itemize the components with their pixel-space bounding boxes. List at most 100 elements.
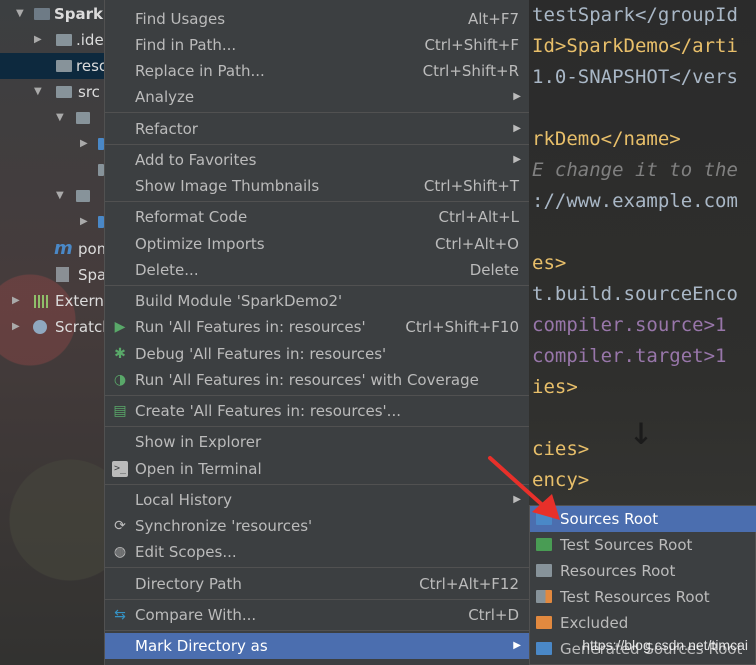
menu-item-label: Local History bbox=[135, 491, 233, 509]
menu-item-mark-directory-as[interactable]: Mark Directory as ▶ bbox=[105, 633, 529, 659]
tree-item-test-java[interactable]: ▶ bbox=[0, 209, 104, 235]
menu-item-run-with-coverage[interactable]: ◑ Run 'All Features in: resources' with … bbox=[105, 367, 529, 393]
context-menu: Find Usages Alt+F7 Find in Path... Ctrl+… bbox=[104, 0, 529, 665]
chevron-down-icon[interactable]: ▼ bbox=[16, 1, 24, 27]
folder-icon bbox=[56, 86, 72, 98]
menu-item-shortcut: Ctrl+Alt+L bbox=[438, 208, 520, 226]
menu-item-local-history[interactable]: Local History ▶ bbox=[105, 487, 529, 513]
menu-item-refactor[interactable]: Refactor ▶ bbox=[105, 116, 529, 142]
menu-item-show-in-explorer[interactable]: Show in Explorer bbox=[105, 429, 529, 455]
menu-item-replace-in-path[interactable]: Replace in Path... Ctrl+Shift+R bbox=[105, 58, 529, 84]
maven-icon: m bbox=[54, 238, 73, 259]
tree-item-project[interactable]: ▼ SparkD bbox=[0, 1, 104, 27]
menu-item-compare-with[interactable]: ⇆ Compare With... Ctrl+D bbox=[105, 602, 529, 628]
tree-item-scratches[interactable]: ▶ Scratch bbox=[0, 314, 104, 340]
submenu-item-label: Test Sources Root bbox=[560, 536, 693, 554]
menu-item-run[interactable]: ▶ Run 'All Features in: resources' Ctrl+… bbox=[105, 314, 529, 340]
chevron-right-icon[interactable]: ▶ bbox=[80, 131, 88, 157]
menu-item-label: Reformat Code bbox=[135, 208, 248, 226]
compare-icon: ⇆ bbox=[114, 607, 126, 623]
chevron-right-icon[interactable]: ▶ bbox=[12, 288, 20, 314]
file-icon bbox=[56, 267, 69, 282]
menu-item-label: Edit Scopes... bbox=[135, 543, 237, 561]
folder-icon bbox=[56, 60, 72, 72]
submenu-item-excluded[interactable]: Excluded bbox=[530, 610, 756, 636]
coverage-icon: ◑ bbox=[113, 372, 127, 388]
menu-item-find-usages[interactable]: Find Usages Alt+F7 bbox=[105, 6, 529, 32]
submenu-item-label: Test Resources Root bbox=[560, 588, 710, 606]
menu-separator bbox=[105, 395, 529, 396]
tree-item-test[interactable]: ▼ bbox=[0, 183, 104, 209]
menu-item-shortcut: Ctrl+Shift+F10 bbox=[405, 318, 519, 336]
submenu-arrow-icon: ▶ bbox=[513, 640, 521, 651]
menu-item-shortcut: Delete bbox=[469, 261, 519, 279]
menu-item-optimize-imports[interactable]: Optimize Imports Ctrl+Alt+O bbox=[105, 231, 529, 257]
chevron-right-icon[interactable]: ▶ bbox=[34, 27, 42, 53]
menu-item-delete[interactable]: Delete... Delete bbox=[105, 257, 529, 283]
menu-item-open-in-terminal[interactable]: >_ Open in Terminal bbox=[105, 456, 529, 482]
menu-item-analyze[interactable]: Analyze ▶ bbox=[105, 84, 529, 110]
submenu-item-resources-root[interactable]: Resources Root bbox=[530, 558, 756, 584]
menu-separator bbox=[105, 567, 529, 568]
editor-line: rkDemo</name> bbox=[532, 128, 681, 150]
editor-line: es> bbox=[532, 252, 567, 274]
tree-item-label: .ide bbox=[76, 31, 104, 49]
submenu-arrow-icon: ▶ bbox=[513, 494, 521, 505]
menu-item-find-in-path[interactable]: Find in Path... Ctrl+Shift+F bbox=[105, 32, 529, 58]
menu-item-edit-scopes[interactable]: ◍ Edit Scopes... bbox=[105, 539, 529, 565]
menu-separator bbox=[105, 599, 529, 600]
editor-line: Id>SparkDemo</arti bbox=[532, 35, 738, 57]
menu-item-build-module[interactable]: Build Module 'SparkDemo2' bbox=[105, 288, 529, 314]
tree-item-resources[interactable]: reso bbox=[0, 53, 104, 79]
menu-item-add-to-favorites[interactable]: Add to Favorites ▶ bbox=[105, 147, 529, 173]
tree-item-java[interactable]: ▶ bbox=[0, 131, 104, 157]
submenu-item-test-sources-root[interactable]: Test Sources Root bbox=[530, 532, 756, 558]
chevron-down-icon[interactable]: ▼ bbox=[56, 105, 64, 131]
submenu-item-test-resources-root[interactable]: Test Resources Root bbox=[530, 584, 756, 610]
arrow-down-icon: ↓ bbox=[629, 408, 654, 454]
tree-item-main[interactable]: ▼ bbox=[0, 105, 104, 131]
menu-item-show-image-thumbnails[interactable]: Show Image Thumbnails Ctrl+Shift+T bbox=[105, 173, 529, 199]
menu-item-label: Add to Favorites bbox=[135, 151, 257, 169]
menu-item-synchronize[interactable]: ⟳ Synchronize 'resources' bbox=[105, 513, 529, 539]
menu-item-label: Analyze bbox=[135, 88, 195, 106]
libraries-icon bbox=[34, 295, 50, 308]
menu-separator bbox=[105, 484, 529, 485]
tree-item-pom[interactable]: m pom bbox=[0, 236, 104, 262]
menu-item-label: Run 'All Features in: resources' bbox=[135, 318, 366, 336]
menu-item-shortcut: Ctrl+Alt+O bbox=[435, 235, 519, 253]
menu-item-create-configuration[interactable]: ▤ Create 'All Features in: resources'... bbox=[105, 398, 529, 424]
menu-separator bbox=[105, 144, 529, 145]
editor-line: t.build.sourceEnco bbox=[532, 283, 738, 305]
folder-icon bbox=[76, 190, 90, 202]
menu-item-debug[interactable]: ✱ Debug 'All Features in: resources' bbox=[105, 341, 529, 367]
menu-item-label: Find Usages bbox=[135, 10, 226, 28]
submenu-item-sources-root[interactable]: Sources Root bbox=[530, 506, 756, 532]
menu-separator bbox=[105, 201, 529, 202]
tree-item-src[interactable]: ▼ src bbox=[0, 79, 104, 105]
test-resources-root-folder-icon bbox=[536, 590, 552, 603]
menu-item-label: Optimize Imports bbox=[135, 235, 265, 253]
chevron-down-icon[interactable]: ▼ bbox=[34, 79, 42, 105]
menu-item-label: Show in Explorer bbox=[135, 433, 262, 451]
run-icon: ▶ bbox=[114, 319, 126, 335]
chevron-down-icon[interactable]: ▼ bbox=[56, 183, 64, 209]
create-config-icon: ▤ bbox=[113, 403, 127, 419]
menu-item-shortcut: Ctrl+Shift+F bbox=[424, 36, 519, 54]
tree-item-idea[interactable]: ▶ .ide bbox=[0, 27, 104, 53]
chevron-right-icon[interactable]: ▶ bbox=[12, 314, 20, 340]
tree-item-label: src bbox=[78, 83, 100, 101]
menu-item-label: Compare With... bbox=[135, 606, 257, 624]
tree-item-label: Spa bbox=[78, 266, 104, 284]
sync-icon: ⟳ bbox=[114, 518, 126, 534]
submenu-item-label: Sources Root bbox=[560, 510, 659, 528]
menu-item-label: Create 'All Features in: resources'... bbox=[135, 402, 401, 420]
menu-item-reformat-code[interactable]: Reformat Code Ctrl+Alt+L bbox=[105, 204, 529, 230]
tree-item-resources-sub[interactable] bbox=[0, 157, 104, 183]
menu-item-directory-path[interactable]: Directory Path Ctrl+Alt+F12 bbox=[105, 571, 529, 597]
chevron-right-icon[interactable]: ▶ bbox=[80, 209, 88, 235]
terminal-icon: >_ bbox=[112, 461, 128, 477]
editor-line: compiler.source>1 bbox=[532, 314, 727, 336]
tree-item-iml[interactable]: Spa bbox=[0, 262, 104, 288]
tree-item-external-libraries[interactable]: ▶ Externa bbox=[0, 288, 104, 314]
